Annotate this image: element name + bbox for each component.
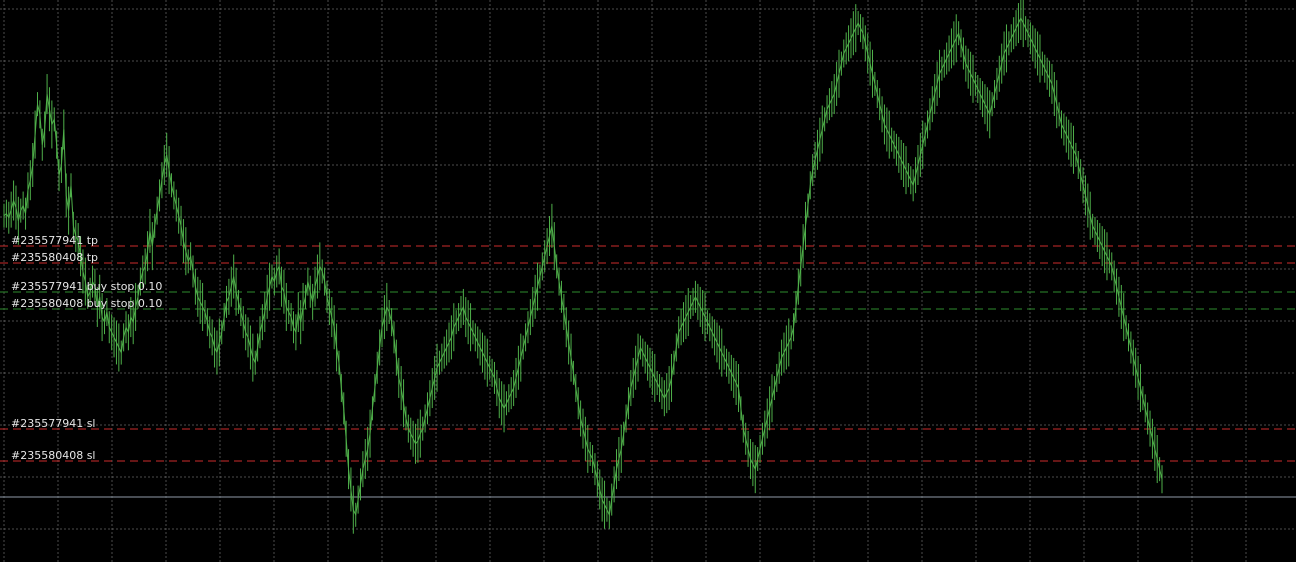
order-labels-layer: #235577941 tp #235580408 tp #235577941 buy… [11,234,162,462]
price-chart[interactable]: #235577941 tp #235580408 tp #235577941 buy… [0,0,1296,562]
order-line-label: #235580408 tp [11,251,98,264]
order-line-label: #235577941 tp [11,234,98,247]
price-series-layer [3,0,1163,534]
order-line-label: #235577941 sl [11,417,96,430]
order-line-label: #235580408 buy stop 0.10 [11,297,162,310]
order-line-label: #235577941 buy stop 0.10 [11,280,162,293]
chart-canvas[interactable]: #235577941 tp #235580408 tp #235577941 buy… [0,0,1296,562]
order-line-label: #235580408 sl [11,449,96,462]
